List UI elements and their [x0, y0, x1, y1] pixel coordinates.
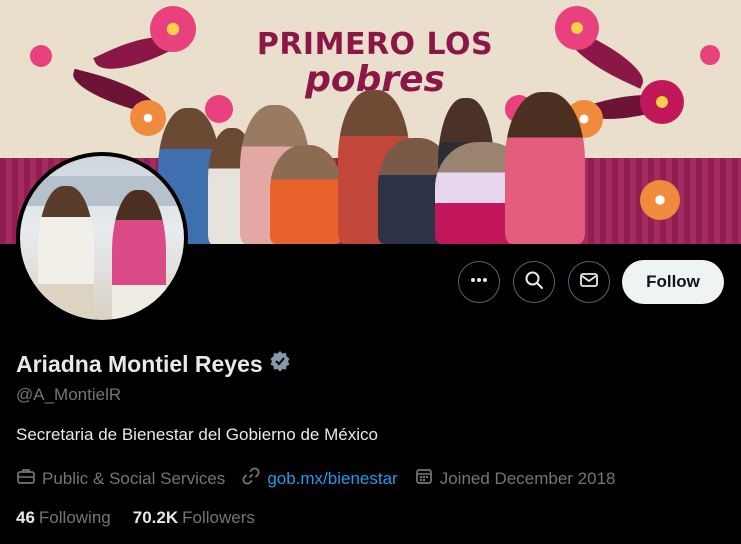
flower-decoration	[555, 6, 599, 50]
flower-decoration	[640, 80, 684, 124]
search-button[interactable]	[513, 261, 555, 303]
briefcase-icon	[16, 466, 36, 491]
profile-link[interactable]: gob.mx/bienestar	[267, 469, 397, 489]
more-button[interactable]	[458, 261, 500, 303]
avatar-photo	[20, 156, 184, 320]
calendar-icon	[414, 466, 434, 491]
flower-decoration	[130, 100, 166, 136]
flower-decoration	[640, 180, 680, 220]
verified-badge-icon[interactable]	[269, 350, 291, 378]
follow-button[interactable]: Follow	[622, 260, 724, 304]
flower-decoration	[700, 45, 720, 65]
following-label: Following	[38, 508, 111, 527]
message-icon	[579, 270, 599, 295]
profile-category: Public & Social Services	[42, 468, 226, 488]
banner-person	[270, 145, 342, 244]
avatar-person-right	[112, 190, 166, 320]
profile-name-row: Ariadna Montiel Reyes	[16, 350, 291, 378]
followers-link[interactable]: 70.2K Followers	[133, 508, 255, 528]
search-icon	[524, 270, 544, 295]
profile-name: Ariadna Montiel Reyes	[16, 350, 263, 377]
banner-title: PRIMERO LOS pobres	[230, 30, 520, 98]
flower-decoration	[205, 95, 233, 123]
link-icon	[241, 466, 261, 491]
followers-count: 70.2K	[132, 508, 179, 527]
following-link[interactable]: 46 Following	[16, 508, 111, 528]
profile-meta: Public & Social Services gob.mx/bienesta…	[16, 466, 632, 491]
following-count: 46	[16, 508, 35, 527]
avatar-person-left	[38, 186, 94, 320]
flower-decoration	[150, 6, 196, 52]
more-icon	[469, 270, 489, 295]
profile-stats: 46 Following 70.2K Followers	[16, 508, 255, 528]
link-item[interactable]: gob.mx/bienestar	[241, 466, 398, 491]
joined-item: Joined December 2018	[414, 466, 616, 491]
banner-title-line1: PRIMERO LOS	[256, 27, 494, 62]
profile-joined: Joined December 2018	[439, 468, 616, 488]
message-button[interactable]	[568, 261, 610, 303]
banner-person	[505, 92, 585, 244]
profile-bio: Secretaria de Bienestar del Gobierno de …	[16, 425, 378, 444]
avatar-backdrop-text	[20, 176, 184, 206]
avatar[interactable]	[16, 152, 188, 324]
profile-handle: @A_MontielR	[16, 385, 122, 404]
flower-decoration	[30, 45, 52, 67]
followers-label: Followers	[182, 508, 255, 527]
category-item: Public & Social Services	[16, 466, 225, 491]
